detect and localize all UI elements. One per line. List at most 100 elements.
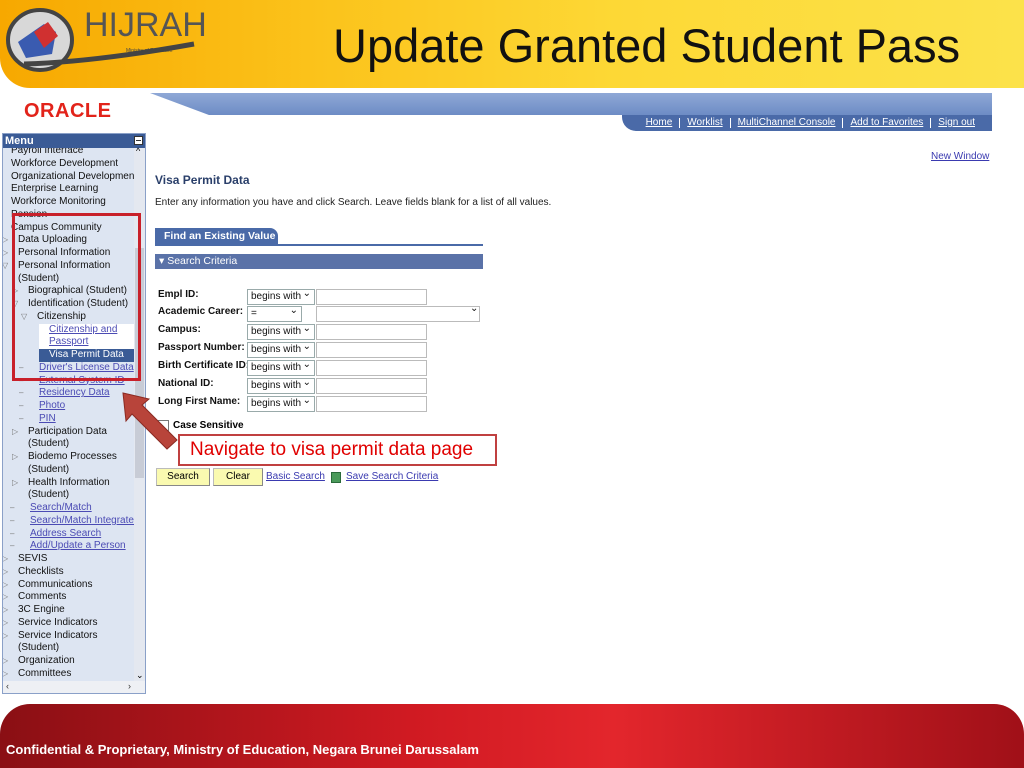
value-input[interactable]: [316, 396, 427, 412]
sidebar-item[interactable]: ▷Organization: [3, 655, 135, 668]
clear-button[interactable]: Clear: [213, 468, 263, 486]
value-input[interactable]: [316, 324, 427, 340]
operator-select[interactable]: =: [247, 304, 302, 322]
sidebar-item-label: Organization: [18, 655, 75, 666]
nav-sign-out[interactable]: Sign out: [930, 118, 982, 128]
sidebar-item-label: Committees: [18, 667, 72, 679]
callout-note: Navigate to visa permit data page: [178, 434, 497, 466]
field-label: Birth Certificate ID:: [158, 360, 250, 371]
value-input[interactable]: [316, 378, 427, 394]
expand-arrow-icon: ▷: [12, 477, 19, 487]
nav-worklist[interactable]: Worklist: [679, 118, 729, 128]
sidebar-item[interactable]: ▷Workforce Monitoring: [3, 196, 135, 209]
dash-icon: –: [10, 503, 15, 512]
operator-select[interactable]: begins with: [247, 322, 315, 340]
sidebar-item-label: 3C Engine: [18, 604, 65, 615]
highlight-box: [12, 213, 141, 381]
svg-text:HIJRAH: HIJRAH: [84, 6, 207, 44]
slide-title: Update Granted Student Pass: [333, 19, 961, 72]
tab-underline: [155, 244, 483, 246]
sidebar-item-label: Checklists: [18, 565, 64, 577]
expand-arrow-icon: ▷: [3, 209, 11, 222]
dash-icon: –: [10, 528, 15, 538]
dash-icon: –: [10, 515, 15, 525]
expand-arrow-icon: ▷: [3, 183, 11, 196]
sidebar-item[interactable]: ▷Checklists: [3, 566, 135, 579]
new-window-link[interactable]: New Window: [931, 151, 989, 162]
operator-select[interactable]: begins with: [247, 287, 315, 305]
minimize-icon[interactable]: [134, 136, 143, 145]
expand-arrow-icon: ▷: [3, 171, 11, 184]
nav-add-to-favorites[interactable]: Add to Favorites: [842, 118, 930, 128]
sidebar-item[interactable]: – Search/Match Integrated: [3, 515, 135, 528]
nav-multichannel-console[interactable]: MultiChannel Console: [729, 118, 843, 128]
search-button[interactable]: Search: [156, 468, 210, 486]
svg-text:Ministry of Education: Ministry of Education: [126, 48, 173, 54]
sidebar-item-label: Enterprise Learning: [11, 183, 99, 195]
top-nav: Home Worklist MultiChannel Console Add t…: [622, 115, 992, 131]
expand-arrow-icon: ▷: [3, 553, 18, 566]
field-label: Academic Career:: [158, 306, 244, 317]
expand-arrow-icon: ▷: [3, 196, 11, 209]
sidebar-item-label: Residency Data: [39, 387, 110, 399]
value-input[interactable]: [316, 342, 427, 358]
sidebar-item[interactable]: ▷ Health Information (Student): [3, 477, 135, 503]
search-criteria-label: Search Criteria: [167, 255, 238, 267]
page-title: Visa Permit Data: [155, 173, 250, 187]
save-search-criteria-link[interactable]: Save Search Criteria: [346, 471, 438, 482]
sidebar-item[interactable]: ▷Comments: [3, 591, 135, 604]
value-input[interactable]: [316, 289, 427, 305]
operator-select[interactable]: begins with: [247, 394, 315, 412]
sidebar-item-label: Add/Update a Person: [30, 540, 126, 552]
basic-search-link[interactable]: Basic Search: [266, 471, 325, 482]
field-label: Passport Number:: [158, 342, 245, 353]
sidebar-item-label: Address Search: [30, 527, 102, 539]
sidebar-item-label: Service Indicators: [18, 616, 98, 628]
sidebar-item[interactable]: ▷Committees: [3, 668, 135, 681]
expand-arrow-icon: ▷: [3, 158, 11, 171]
slide-footer: Confidential & Proprietary, Ministry of …: [0, 704, 1024, 768]
operator-select[interactable]: begins with: [247, 376, 315, 394]
sidebar-item[interactable]: – Add/Update a Person: [3, 540, 135, 553]
slide-header: HIJRAH Ministry of Education Update Gran…: [0, 0, 1024, 88]
sidebar-item-label: Photo: [39, 400, 66, 411]
sidebar-item-label: Organizational Development: [11, 170, 135, 182]
menu-title: Menu: [5, 135, 34, 147]
sidebar-item[interactable]: ▷Organizational Development: [3, 171, 135, 184]
sidebar-item-label: Service Indicators (Student): [18, 629, 98, 654]
collapse-icon: ▾: [159, 255, 168, 267]
collapse-arrow-icon: ▽: [3, 222, 11, 235]
sidebar-item-label: Health Information (Student): [28, 476, 110, 501]
sidebar-item-label: Biodemo Processes (Student): [28, 451, 117, 475]
field-label: Campus:: [158, 324, 201, 335]
sidebar-item[interactable]: ▷3C Engine: [3, 604, 135, 617]
arrow-icon: [122, 392, 178, 450]
dash-icon: –: [19, 388, 24, 398]
operator-select[interactable]: begins with: [247, 340, 315, 358]
sidebar-item[interactable]: – Address Search: [3, 528, 135, 541]
sidebar-item-label: Workforce Development: [11, 157, 119, 169]
sidebar-item[interactable]: – Search/Match: [3, 502, 135, 515]
sidebar-item[interactable]: ▷Enterprise Learning: [3, 183, 135, 196]
sidebar-item[interactable]: ▷SEVIS: [3, 553, 135, 566]
menu-horizontal-scrollbar[interactable]: ‹ ›: [3, 681, 145, 693]
sidebar-item[interactable]: ▷Workforce Development: [3, 158, 135, 171]
nav-home[interactable]: Home: [639, 118, 680, 128]
tab-find-existing-value[interactable]: Find an Existing Value: [155, 228, 278, 245]
sidebar-item-label: Communications: [18, 578, 93, 590]
oracle-banner: [150, 93, 992, 115]
expand-arrow-icon: ▷: [3, 617, 18, 630]
menu-header: Menu: [3, 134, 145, 148]
sidebar-item[interactable]: ▷Service Indicators: [3, 617, 135, 630]
sidebar-item[interactable]: ▷Service Indicators (Student): [3, 630, 135, 656]
expand-arrow-icon: ▷: [3, 655, 18, 668]
search-criteria-header[interactable]: ▾ Search Criteria: [155, 254, 483, 269]
sidebar-item-label: PIN: [39, 412, 56, 424]
operator-select[interactable]: begins with: [247, 358, 315, 376]
sidebar-item-label: Search/Match Integrated: [30, 514, 135, 526]
value-input[interactable]: [316, 360, 427, 376]
value-select[interactable]: [316, 306, 480, 322]
sidebar-item[interactable]: ▷Communications: [3, 579, 135, 592]
expand-arrow-icon: ▷: [3, 630, 18, 643]
sidebar-item-label: SEVIS: [18, 553, 48, 564]
